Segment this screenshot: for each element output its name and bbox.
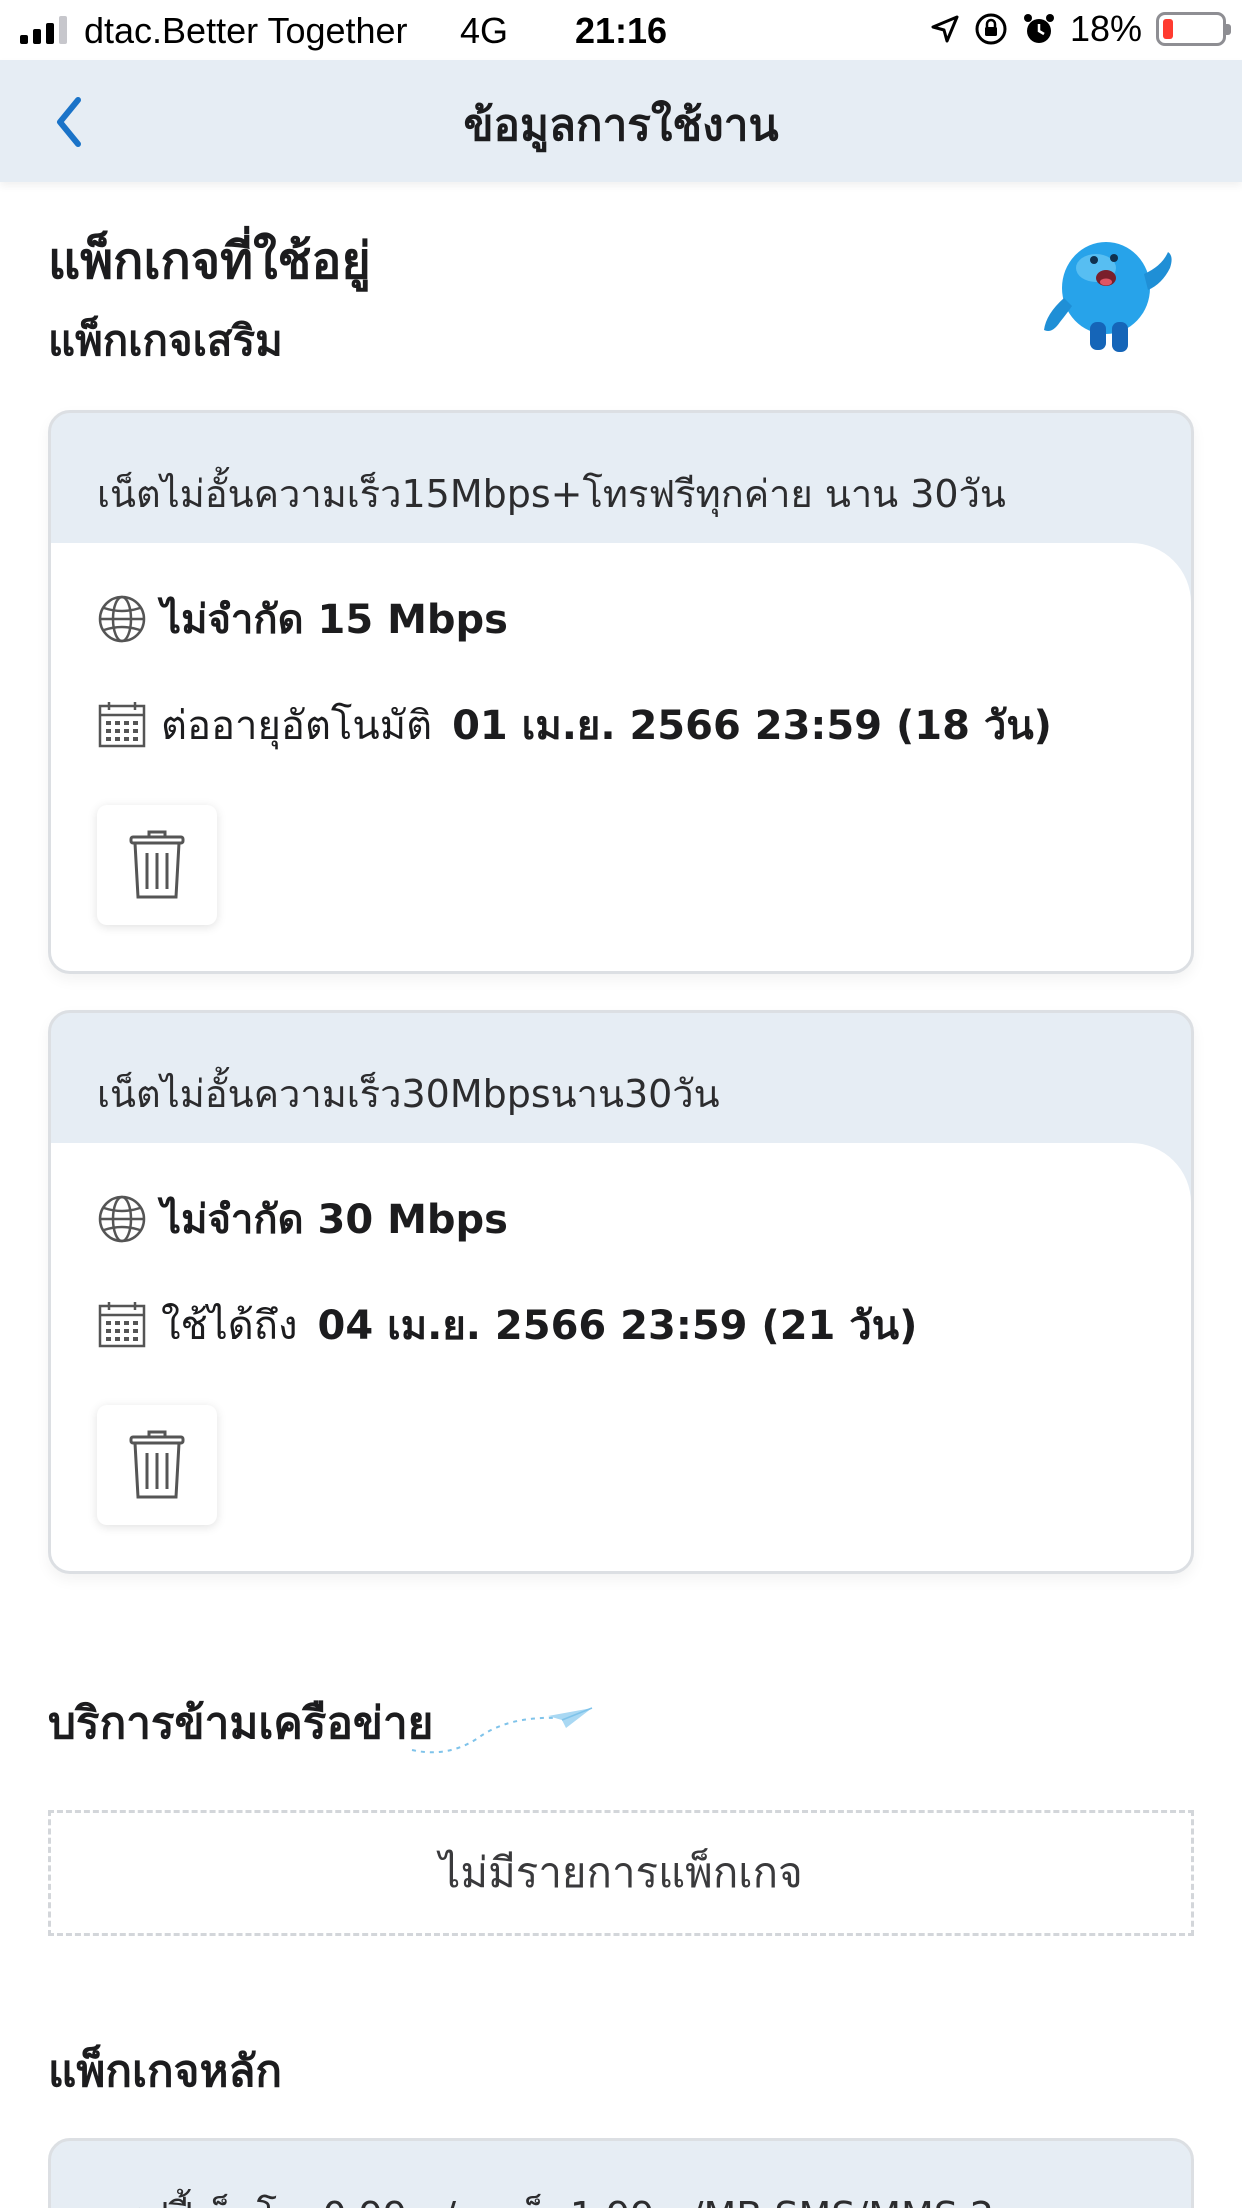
globe-icon	[98, 595, 146, 643]
addon-packages-heading: แพ็กเกจเสริม	[48, 316, 283, 365]
globe-icon	[98, 1195, 146, 1243]
navigation-bar: ข้อมูลการใช้งาน	[0, 60, 1242, 182]
status-right: 18%	[930, 8, 1231, 50]
signal-strength-icon	[20, 16, 67, 44]
mascot-character-icon	[1044, 242, 1172, 352]
network-type: 4G	[460, 10, 509, 51]
clock: 21:16	[575, 10, 668, 51]
expiry-label: ใช้ได้ถึง	[161, 1303, 298, 1349]
battery-percent: 18%	[1069, 8, 1142, 49]
package-details: ไม่จำกัด 30 Mbps ใช้ได้ถึง 04 เม.ย. 2566…	[51, 1143, 1191, 1571]
roaming-heading: บริการข้ามเครือข่าย	[48, 1698, 434, 1749]
status-bar: dtac.Better Together 4G 21:16 18%	[0, 0, 1242, 60]
roaming-empty-state: ไม่มีรายการแพ็กเกจ	[48, 1810, 1194, 1936]
main-package-name: แฮปปี้เน็ตโทร0.99บ./น. เน็ต1.99บ./MB SMS…	[51, 2141, 1191, 2208]
orientation-lock-icon	[975, 13, 1007, 45]
main-package-card: แฮปปี้เน็ตโทร0.99บ./น. เน็ต1.99บ./MB SMS…	[48, 2138, 1194, 2208]
battery-level-fill	[1163, 19, 1174, 39]
location-arrow-icon	[931, 15, 959, 43]
package-name: เน็ตไม่อั้นความเร็ว15Mbps+โทรฟรีทุกค่าย …	[97, 472, 1006, 516]
renewal-date: 01 เม.ย. 2566 23:59 (18 วัน)	[452, 703, 1052, 749]
package-card: เน็ตไม่อั้นความเร็ว15Mbps+โทรฟรีทุกค่าย …	[48, 410, 1194, 974]
package-name: เน็ตไม่อั้นความเร็ว30Mbpsนาน30วัน	[97, 1072, 720, 1116]
renewal-label: ต่ออายุอัตโนมัติ	[161, 703, 433, 749]
empty-message: ไม่มีรายการแพ็กเกจ	[439, 1848, 803, 1897]
package-card: เน็ตไม่อั้นความเร็ว30Mbpsนาน30วัน ไม่จำก…	[48, 1010, 1194, 1574]
battery-icon	[1156, 12, 1231, 46]
renewal-row: ต่ออายุอัตโนมัติ 01 เม.ย. 2566 23:59 (18…	[97, 693, 1052, 757]
speed-row: ไม่จำกัด 15 Mbps	[97, 587, 508, 651]
trash-icon	[129, 1430, 185, 1499]
delete-package-button[interactable]	[97, 1405, 217, 1525]
main-package-heading: แพ็กเกจหลัก	[48, 2046, 283, 2097]
trash-icon	[129, 830, 185, 899]
active-packages-heading: แพ็กเกจที่ใช้อยู่	[48, 232, 371, 290]
expiry-date: 04 เม.ย. 2566 23:59 (21 วัน)	[317, 1303, 918, 1349]
expiry-row: ใช้ได้ถึง 04 เม.ย. 2566 23:59 (21 วัน)	[97, 1293, 917, 1357]
paper-plane-icon	[411, 1707, 593, 1754]
speed-row: ไม่จำกัด 30 Mbps	[97, 1187, 508, 1251]
speed-label: ไม่จำกัด 30 Mbps	[161, 1197, 508, 1243]
page-title: ข้อมูลการใช้งาน	[463, 100, 779, 151]
calendar-icon	[98, 1302, 146, 1348]
carrier-name: dtac.Better Together	[84, 10, 408, 51]
package-details: ไม่จำกัด 15 Mbps ต่ออายุอัตโนมัติ 01 เม.…	[51, 543, 1191, 971]
alarm-clock-icon	[1023, 14, 1054, 43]
calendar-icon	[98, 702, 146, 748]
delete-package-button[interactable]	[97, 805, 217, 925]
speed-label: ไม่จำกัด 15 Mbps	[161, 597, 508, 643]
